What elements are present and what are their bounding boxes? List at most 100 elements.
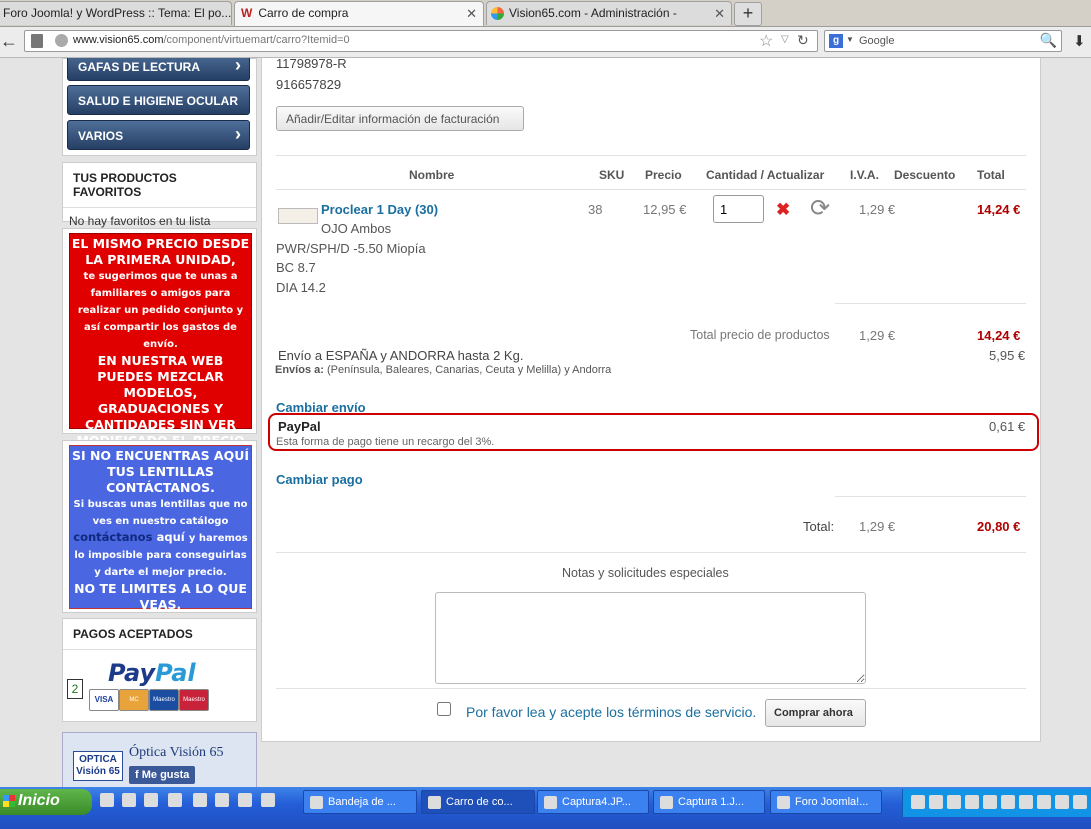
taskbar-item-outlook[interactable]: Bandeja de ... [303,790,417,814]
menu-item-salud-higiene[interactable]: SALUD E HIGIENE OCULAR [67,85,250,115]
quicklaunch-icon[interactable] [215,793,229,807]
tab-carro-de-compra[interactable]: W Carro de compra ✕ [234,1,484,26]
product-bc: BC 8.7 [276,260,316,275]
chevron-down-icon[interactable]: ▼ [846,35,854,44]
search-icon[interactable]: 🔍 [1040,32,1057,49]
globe-icon [55,34,68,47]
chrome-icon[interactable] [238,793,252,807]
shipping-detail: Envíos a: (Península, Baleares, Canarias… [275,364,612,376]
payment-fee: 0,61 € [989,419,1026,434]
promo-blue-module: SI NO ENCUENTRAS AQUÍ TUS LENTILLAS CONT… [62,440,257,613]
chrome-icon [777,796,790,809]
products-total-vat: 1,29 € [859,328,896,343]
windows-taskbar: Inicio Bandeja de ... Carro de co... Cap… [0,787,1091,829]
chevron-right-icon: › [235,58,241,75]
category-menu: GAFAS DE LECTURA › SALUD E HIGIENE OCULA… [62,58,257,156]
change-payment-link[interactable]: Cambiar pago [276,472,363,487]
terms-link[interactable]: Por favor lea y acepte los términos de s… [466,704,756,720]
quicklaunch-icon[interactable] [122,793,136,807]
terms-checkbox[interactable] [437,702,451,716]
bookmark-star-icon[interactable]: ☆ [759,31,773,51]
reload-icon[interactable]: ↻ [797,32,809,49]
tray-icon[interactable] [1055,795,1069,809]
close-tab-icon[interactable]: ✕ [714,6,725,22]
search-bar[interactable]: g ▼ Google 🔍 [824,30,1062,52]
menu-item-gafas-lectura[interactable]: GAFAS DE LECTURA › [67,58,250,81]
cart-panel: 11798978-R 916657829 Añadir/Editar infor… [261,58,1041,742]
tray-icon[interactable] [965,795,979,809]
favorites-module: TUS PRODUCTOS FAVORITOS No hay favoritos… [62,162,257,228]
divider [835,303,1026,304]
tray-icon[interactable] [929,795,943,809]
quicklaunch-icon[interactable] [144,793,158,807]
start-button[interactable]: Inicio [0,789,92,815]
address-bar[interactable]: www.vision65.com/component/virtuemart/ca… [24,30,818,52]
tray-icon[interactable] [1019,795,1033,809]
ie-icon[interactable] [193,793,207,807]
taskbar-item-firefox[interactable]: Carro de co... [421,790,535,814]
dropdown-icon[interactable]: ▽ [781,34,789,45]
refresh-quantity-icon[interactable]: ⟳ [810,194,830,223]
firefox-icon[interactable] [261,793,275,807]
search-input[interactable]: Google [859,35,894,47]
tray-icon[interactable] [1037,795,1051,809]
tray-icon[interactable] [1001,795,1015,809]
divider [276,189,1026,190]
menu-item-varios[interactable]: VARIOS › [67,120,250,150]
tray-icon[interactable] [911,795,925,809]
shipping-label: Envío a ESPAÑA y ANDORRA hasta 2 Kg. [278,348,524,363]
edit-billing-button[interactable]: Añadir/Editar información de facturación [276,106,524,131]
notes-label: Notas y solicitudes especiales [562,566,729,580]
paint-icon [660,796,673,809]
tab-vision65-admin[interactable]: Vision65.com - Administración - ✕ [486,1,732,25]
col-header-price: Precio [645,168,682,182]
taskbar-item-chrome[interactable]: Foro Joomla!... [770,790,882,814]
col-header-vat: I.V.A. [850,168,879,182]
taskbar-item-captura1[interactable]: Captura 1.J... [653,790,765,814]
shipping-price: 5,95 € [989,348,1026,363]
here-link[interactable]: aquí [157,530,185,544]
facebook-like-button[interactable]: f Me gusta [129,766,196,784]
new-tab-button[interactable]: + [734,2,762,26]
grand-total-vat: 1,29 € [859,519,896,534]
tab-label: Vision65.com - Administración - [509,6,677,20]
menu-item-label: VARIOS [78,129,124,143]
menu-item-label: SALUD E HIGIENE OCULAR [78,94,239,108]
page-viewport: GAFAS DE LECTURA › SALUD E HIGIENE OCULA… [0,58,1091,787]
optica-logo: OPTICA Visión 65 [73,751,123,781]
url-text[interactable]: www.vision65.com/component/virtuemart/ca… [73,34,350,46]
facebook-icon: f [135,769,142,781]
download-icon[interactable]: ⬇ [1073,32,1086,50]
tray-icon[interactable] [1073,795,1087,809]
buy-now-button[interactable]: Comprar ahora [765,699,866,727]
optica-name-link[interactable]: Óptica Visión 65 [129,745,224,761]
remove-item-icon[interactable]: ✖ [776,200,790,220]
navigation-bar: ← www.vision65.com/component/virtuemart/… [0,27,1091,58]
quicklaunch-icon[interactable] [100,793,114,807]
promo-headline: SI NO ENCUENTRAS AQUÍ TUS LENTILLAS CONT… [71,448,250,495]
quicklaunch-icon[interactable] [168,793,182,807]
tray-icon[interactable] [947,795,961,809]
tab-foro-joomla[interactable]: Foro Joomla! y WordPress :: Tema: El po.… [0,1,232,25]
tray-icon[interactable] [983,795,997,809]
taskbar-item-captura4[interactable]: Captura4.JP... [537,790,649,814]
back-arrow-icon[interactable]: ← [0,31,18,52]
system-tray [902,789,1091,817]
product-sku: 38 [588,202,603,217]
windows-logo-icon [3,795,15,807]
product-name-link[interactable]: Proclear 1 Day (30) [321,202,438,217]
tab-label: Foro Joomla! y WordPress :: Tema: El po.… [3,6,232,20]
col-header-discount: Descuento [894,168,956,182]
product-thumbnail[interactable] [278,208,318,224]
divider [835,496,1026,497]
notes-textarea[interactable] [435,592,866,684]
divider [276,688,1026,689]
product-vat: 1,29 € [859,202,896,217]
grand-total: 20,80 € [977,519,1021,534]
contact-link[interactable]: contáctanos [73,530,152,544]
google-icon[interactable]: g [829,34,843,48]
quantity-input[interactable] [713,195,764,223]
divider [276,155,1026,156]
col-header-name: Nombre [409,168,455,182]
close-tab-icon[interactable]: ✕ [466,6,477,22]
